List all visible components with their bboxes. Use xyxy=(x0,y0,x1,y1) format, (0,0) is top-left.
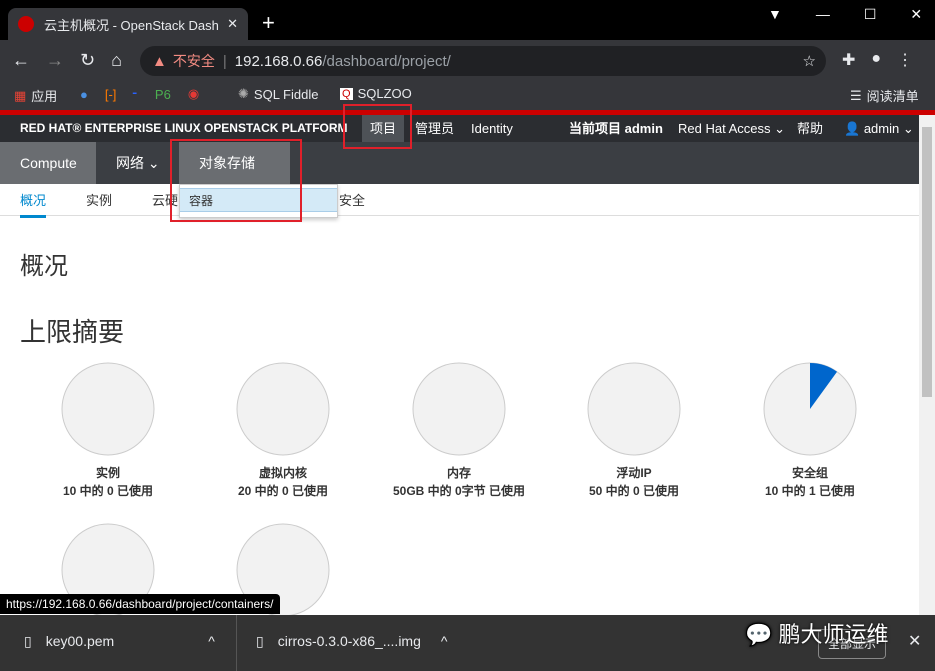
pie-background xyxy=(412,362,506,456)
bookmark-icon: P6 xyxy=(154,86,171,102)
bookmark-sql-fiddle[interactable]: ✺ SQL Fiddle xyxy=(238,86,318,102)
subnav-security[interactable]: 安全 xyxy=(339,190,365,209)
quota-usage: 20 中的 0 已使用 xyxy=(237,484,329,498)
subnav-overview[interactable]: 概况 xyxy=(20,190,47,218)
close-window-icon[interactable]: ✕ xyxy=(910,6,922,23)
bookmark-icon: ◉ xyxy=(187,86,200,101)
highlight-box xyxy=(170,139,302,222)
chevron-down-icon: ⌄ xyxy=(902,121,914,136)
maximize-icon[interactable]: ☐ xyxy=(864,6,877,23)
nav-network[interactable]: 网络 ⌄ xyxy=(96,142,180,184)
watermark: 💬 鹏大师运维 xyxy=(745,622,889,647)
pie-background xyxy=(587,362,681,456)
minimize-icon[interactable]: — xyxy=(816,6,830,23)
quota-pie-chart xyxy=(763,362,857,456)
file-icon: ▯ xyxy=(24,633,32,649)
user-icon: 👤 xyxy=(844,121,861,136)
window-controls[interactable]: ▼ — ☐ ✕ xyxy=(768,6,922,23)
nav-compute[interactable]: Compute xyxy=(0,142,96,184)
downloads-bar: ▯ key00.pem ^ ▯ cirros-0.3.0-x86_....img ^ 全… xyxy=(0,615,935,671)
quota-usage: 50 中的 0 已使用 xyxy=(588,484,680,498)
section-title: 上限摘要 xyxy=(20,317,125,347)
back-icon[interactable]: ← xyxy=(12,50,30,71)
url-path: /dashboard/project/ xyxy=(322,52,451,70)
help-link[interactable]: 帮助 xyxy=(789,115,831,142)
bookmark-star-icon[interactable]: ☆ xyxy=(803,52,816,70)
page-title: 概况 xyxy=(20,253,68,280)
close-downloads-icon[interactable]: ✕ xyxy=(908,631,921,651)
quota-usage: 10 中的 1 已使用 xyxy=(764,484,856,498)
bookmark-icons[interactable]: ● [-] ⁃ P6 ◉ xyxy=(80,86,199,102)
scrollbar-thumb[interactable] xyxy=(922,127,932,397)
pie-background xyxy=(61,362,155,456)
highlight-box xyxy=(343,104,412,149)
reload-icon[interactable]: ↻ xyxy=(80,50,95,71)
redhat-access-menu[interactable]: Red Hat Access ⌄ xyxy=(670,115,793,142)
download-item[interactable]: ▯ cirros-0.3.0-x86_....img ^ xyxy=(256,633,447,650)
reading-list[interactable]: ☰ 阅读清单 xyxy=(850,86,919,105)
quota-pie-chart xyxy=(61,362,155,456)
quota-name: 内存 xyxy=(446,466,471,480)
quota-label: 虚拟内核 20 中的 0 已使用 xyxy=(195,464,371,500)
quota-name: 虚拟内核 xyxy=(258,466,307,480)
extensions-icon[interactable]: ✚ xyxy=(842,50,855,70)
bookmark-icon: ● xyxy=(80,86,88,102)
brand-title: RED HAT® ENTERPRISE LINUX OPENSTACK PLAT… xyxy=(20,121,348,135)
wechat-icon: 💬 xyxy=(745,622,773,647)
chevron-down-icon: ⌄ xyxy=(774,121,786,136)
url-host: 192.168.0.66 xyxy=(234,52,323,70)
sub-navbar xyxy=(0,184,919,216)
nav-admin[interactable]: 管理员 xyxy=(407,115,462,142)
chevron-down-icon: ⌄ xyxy=(147,155,160,171)
quota-label: 安全组 10 中的 1 已使用 xyxy=(722,464,898,500)
browser-tab[interactable]: 云主机概况 - OpenStack Dashb ✕ xyxy=(8,8,248,40)
quota-pie-chart xyxy=(412,362,506,456)
profile-avatar[interactable]: ● xyxy=(871,50,881,70)
quota-pie-chart xyxy=(587,362,681,456)
quota-usage: 50GB 中的 0字节 已使用 xyxy=(392,484,526,498)
download-item[interactable]: ▯ key00.pem ^ xyxy=(24,633,215,650)
quota-label: 实例 10 中的 0 已使用 xyxy=(20,464,196,500)
sqlfiddle-icon: ✺ xyxy=(238,86,249,101)
bookmark-icon: ⁃ xyxy=(131,86,138,101)
quota-name: 安全组 xyxy=(791,466,828,480)
warning-icon: ▲ xyxy=(152,52,167,70)
address-bar[interactable]: ▲ 不安全 | 192.168.0.66/dashboard/project/ … xyxy=(140,46,826,76)
chevron-up-icon[interactable]: ^ xyxy=(208,633,215,650)
quota-usage: 10 中的 0 已使用 xyxy=(62,484,154,498)
file-icon: ▯ xyxy=(256,633,264,649)
user-menu[interactable]: 👤 admin ⌄ xyxy=(836,115,922,142)
reading-list-icon: ☰ xyxy=(850,87,862,103)
quota-name: 浮动IP xyxy=(616,466,652,480)
menu-icon[interactable]: ⋮ xyxy=(897,50,913,70)
scrollbar[interactable] xyxy=(919,115,935,615)
tab-title: 云主机概况 - OpenStack Dashb xyxy=(44,17,220,33)
current-project[interactable]: 当前项目 admin xyxy=(561,115,671,142)
bookmark-sqlzoo[interactable]: Q SQLZOO xyxy=(340,86,412,101)
apps-grid-icon: ▦ xyxy=(14,87,27,103)
chevron-up-icon[interactable]: ^ xyxy=(441,633,448,650)
status-url: https://192.168.0.66/dashboard/project/c… xyxy=(0,594,280,614)
sqlzoo-icon: Q xyxy=(340,87,353,100)
subnav-instances[interactable]: 实例 xyxy=(86,190,112,209)
bookmark-icon: [-] xyxy=(104,86,117,102)
redhat-favicon-icon xyxy=(18,16,34,32)
quota-label: 内存 50GB 中的 0字节 已使用 xyxy=(371,464,547,500)
nav-identity[interactable]: Identity xyxy=(463,115,521,142)
close-tab-icon[interactable]: ✕ xyxy=(227,16,238,32)
profile-dropdown-icon[interactable]: ▼ xyxy=(768,6,782,23)
pie-background xyxy=(236,362,330,456)
new-tab-button[interactable]: + xyxy=(262,10,275,36)
forward-icon[interactable]: → xyxy=(46,50,64,71)
home-icon[interactable]: ⌂ xyxy=(111,50,122,71)
insecure-label[interactable]: 不安全 xyxy=(173,51,215,71)
quota-label: 浮动IP 50 中的 0 已使用 xyxy=(546,464,722,500)
quota-name: 实例 xyxy=(95,466,120,480)
bookmark-apps[interactable]: ▦ 应用 xyxy=(14,86,57,105)
quota-pie-chart xyxy=(236,362,330,456)
